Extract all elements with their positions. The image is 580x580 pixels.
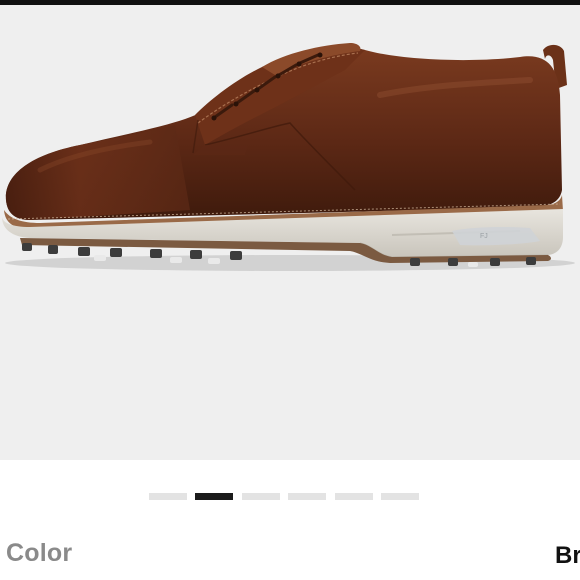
svg-text:FJ: FJ xyxy=(480,233,488,240)
carousel-dot[interactable] xyxy=(381,493,419,500)
carousel-dot[interactable] xyxy=(288,493,326,500)
color-value: Br xyxy=(555,542,580,569)
product-page: FJ Color Br xyxy=(0,0,580,580)
carousel-dot[interactable] xyxy=(335,493,373,500)
carousel-dot[interactable] xyxy=(242,493,280,500)
carousel-indicators xyxy=(0,493,580,501)
color-label: Color xyxy=(6,539,73,567)
golf-shoe-icon: FJ xyxy=(2,43,575,271)
product-image-area[interactable]: FJ xyxy=(0,5,580,460)
carousel-dot-active[interactable] xyxy=(195,493,233,500)
carousel-dot[interactable] xyxy=(149,493,187,500)
